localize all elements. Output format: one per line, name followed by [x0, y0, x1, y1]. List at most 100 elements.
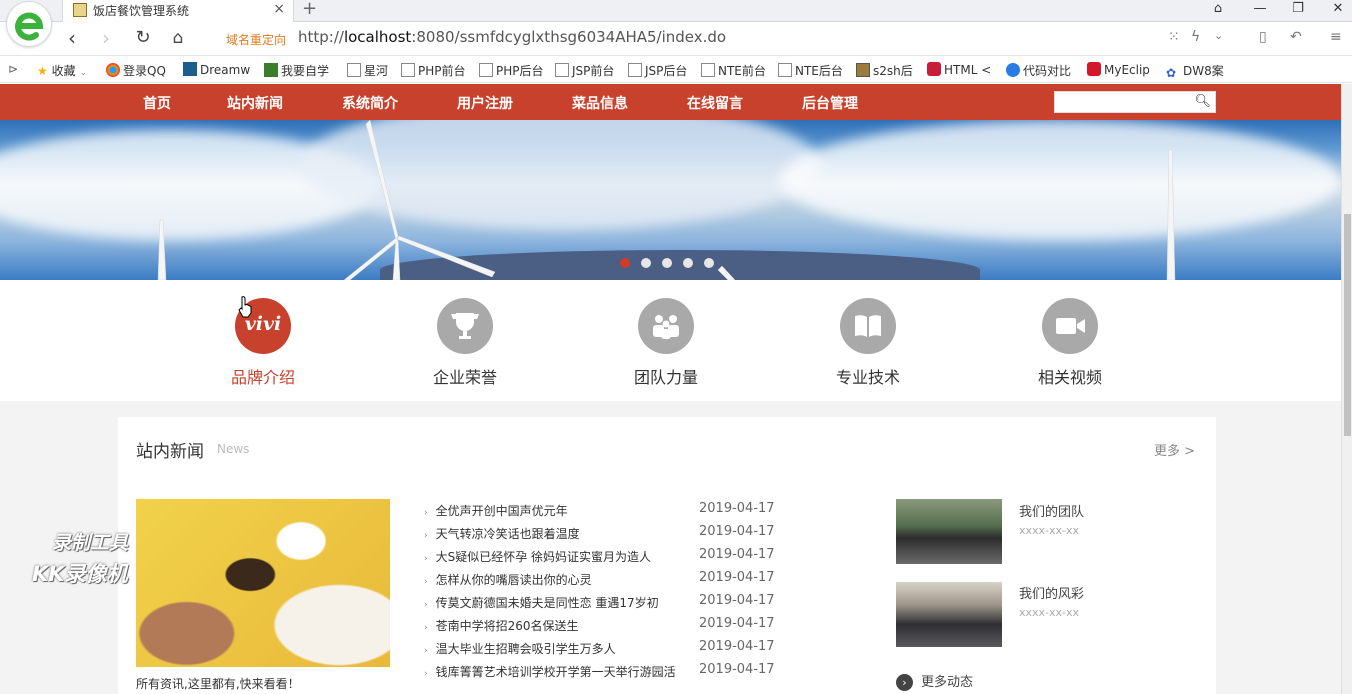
bookmark-item[interactable]: JSP前台	[555, 62, 614, 79]
bullet-arrow-icon: ›	[424, 623, 428, 633]
news-list-item[interactable]: › 温大毕业生招聘会吸引学生万多人	[424, 640, 616, 657]
vertical-scrollbar[interactable]	[1341, 84, 1352, 694]
dreamweaver-icon	[183, 62, 197, 76]
news-list-item[interactable]: › 天气转凉冷笑话也跟着温度	[424, 525, 580, 542]
bookmark-item[interactable]: NTE前台	[701, 62, 766, 79]
bookmark-item[interactable]: NTE后台	[778, 62, 843, 79]
window-close-button[interactable]: ✕	[1318, 0, 1352, 20]
star-icon: ★	[37, 64, 48, 78]
browser-logo-icon[interactable]	[6, 1, 52, 47]
news-list-item[interactable]: › 怎样从你的嘴唇读出你的心灵	[424, 571, 592, 588]
url-field[interactable]: http://localhost:8080/ssmfdcyglxthsg6034…	[298, 28, 726, 46]
page-icon	[401, 63, 415, 77]
nav-register[interactable]: 用户注册	[457, 93, 513, 113]
bookmark-item[interactable]: 登录QQ	[106, 62, 166, 79]
lightning-icon[interactable]: ϟ	[1191, 29, 1200, 45]
tab-favicon-icon	[73, 3, 87, 17]
qq-icon	[106, 63, 120, 77]
bookmark-item[interactable]: ★ 收藏 ⌄	[37, 62, 87, 79]
forward-icon[interactable]: ›	[94, 27, 118, 51]
bookmark-item[interactable]: JSP后台	[628, 62, 687, 79]
nav-dishes[interactable]: 菜品信息	[572, 93, 628, 113]
page-icon	[701, 63, 715, 77]
feature-label: 相关视频	[1037, 368, 1102, 387]
feature-video[interactable]: 相关视频	[1010, 298, 1130, 388]
bookmark-item[interactable]: HTML <	[927, 62, 991, 77]
carousel-dot[interactable]	[641, 258, 651, 268]
bookmark-item[interactable]: ✿ DW8案	[1166, 62, 1224, 80]
bookmark-item[interactable]: MyEclip	[1087, 62, 1150, 77]
team-title[interactable]: 我们的风彩	[1019, 583, 1084, 602]
paw-icon: ✿	[1166, 66, 1177, 80]
html-icon	[927, 62, 941, 76]
team-date: xxxx-xx-xx	[1019, 606, 1080, 619]
bookmark-item[interactable]: s2sh后	[856, 62, 913, 79]
video-camera-icon	[1042, 298, 1098, 354]
menu-icon[interactable]: ≡	[1330, 29, 1342, 45]
news-more-link[interactable]: 更多 >	[1154, 440, 1195, 459]
feature-team[interactable]: 团队力量	[606, 298, 726, 388]
search-icon[interactable]: 🔍︎	[1194, 94, 1211, 109]
feature-label: 企业荣誉	[432, 368, 497, 387]
carousel-dot[interactable]	[683, 258, 693, 268]
picture-icon	[856, 63, 870, 77]
hand-cursor-icon	[238, 296, 252, 318]
bookmark-item[interactable]: 代码对比	[1006, 62, 1071, 79]
trophy-icon	[437, 298, 493, 354]
chevron-down-icon[interactable]: ⌄	[1214, 29, 1223, 42]
sidebar-toggle-icon[interactable]: ⊳	[8, 62, 18, 76]
pin-icon[interactable]: ⌂	[1198, 0, 1238, 20]
home-icon[interactable]: ⌂	[166, 27, 190, 51]
news-date: 2019-04-17	[699, 616, 775, 631]
search-input[interactable]: 🔍︎	[1054, 91, 1216, 113]
more-dynamics-link[interactable]: › 更多动态	[896, 671, 973, 691]
undo-icon[interactable]: ↶	[1290, 29, 1302, 45]
page-icon	[479, 63, 493, 77]
feature-label: 品牌介绍	[230, 368, 295, 387]
bookmark-item[interactable]: PHP后台	[479, 62, 544, 79]
bullet-arrow-icon: ›	[424, 669, 428, 679]
team-title[interactable]: 我们的团队	[1019, 501, 1084, 520]
redirect-label[interactable]: 域名重定向	[226, 31, 286, 48]
nav-about[interactable]: 系统简介	[342, 93, 398, 113]
wind-turbines-image	[157, 120, 1176, 280]
feature-tech[interactable]: 专业技术	[808, 298, 928, 388]
team-icon	[638, 298, 694, 354]
bookmark-item[interactable]: Dreamw	[183, 62, 250, 77]
news-list-item[interactable]: › 传莫文蔚德国未婚夫是同性恋 重遇17岁初	[424, 594, 659, 611]
team-photo-thumbnail[interactable]	[896, 499, 1002, 564]
news-list-item[interactable]: › 全优声开创中国声优元年	[424, 502, 568, 519]
news-list-item[interactable]: › 苍南中学将招260名保送生	[424, 617, 579, 634]
nav-home[interactable]: 首页	[143, 93, 171, 113]
back-icon[interactable]: ‹	[60, 27, 84, 51]
carousel-dot[interactable]	[620, 258, 630, 268]
bookmark-item[interactable]: 星河	[347, 62, 388, 79]
browser-tab[interactable]: 饭店餐饮管理系统 ×	[62, 0, 294, 22]
tab-close-icon[interactable]: ×	[273, 1, 285, 17]
page-icon	[347, 63, 361, 77]
news-list-item[interactable]: › 钱库箐箐艺术培训学校开学第一天举行游园活	[424, 663, 676, 680]
nav-admin[interactable]: 后台管理	[802, 93, 858, 113]
news-date: 2019-04-17	[699, 501, 775, 516]
bookmark-item[interactable]: PHP前台	[401, 62, 466, 79]
bookmark-item[interactable]: 我要自学	[264, 62, 329, 79]
minimize-button[interactable]: —	[1240, 0, 1280, 20]
reading-mode-icon[interactable]: ▯	[1259, 29, 1267, 45]
feature-brand[interactable]: vivi 品牌介绍	[203, 298, 323, 388]
hero-banner	[0, 120, 1341, 280]
news-date: 2019-04-17	[699, 593, 775, 608]
group-photo-thumbnail[interactable]	[896, 582, 1002, 647]
carousel-dot[interactable]	[662, 258, 672, 268]
scrollbar-thumb[interactable]	[1344, 214, 1351, 436]
tab-bar: 饭店餐饮管理系统 × + ⌂ — ❐ ✕	[0, 0, 1352, 22]
news-list-item[interactable]: › 大S疑似已经怀孕 徐妈妈证实蜜月为造人	[424, 548, 651, 565]
food-platter-image[interactable]	[136, 499, 390, 667]
refresh-icon[interactable]: ↻	[131, 27, 155, 51]
grid-icon[interactable]: ⁙	[1168, 29, 1180, 45]
maximize-button[interactable]: ❐	[1278, 0, 1318, 20]
nav-news[interactable]: 站内新闻	[227, 93, 283, 113]
feature-honors[interactable]: 企业荣誉	[405, 298, 525, 388]
new-tab-button[interactable]: +	[302, 0, 317, 19]
carousel-dot[interactable]	[704, 258, 714, 268]
nav-messages[interactable]: 在线留言	[687, 93, 743, 113]
